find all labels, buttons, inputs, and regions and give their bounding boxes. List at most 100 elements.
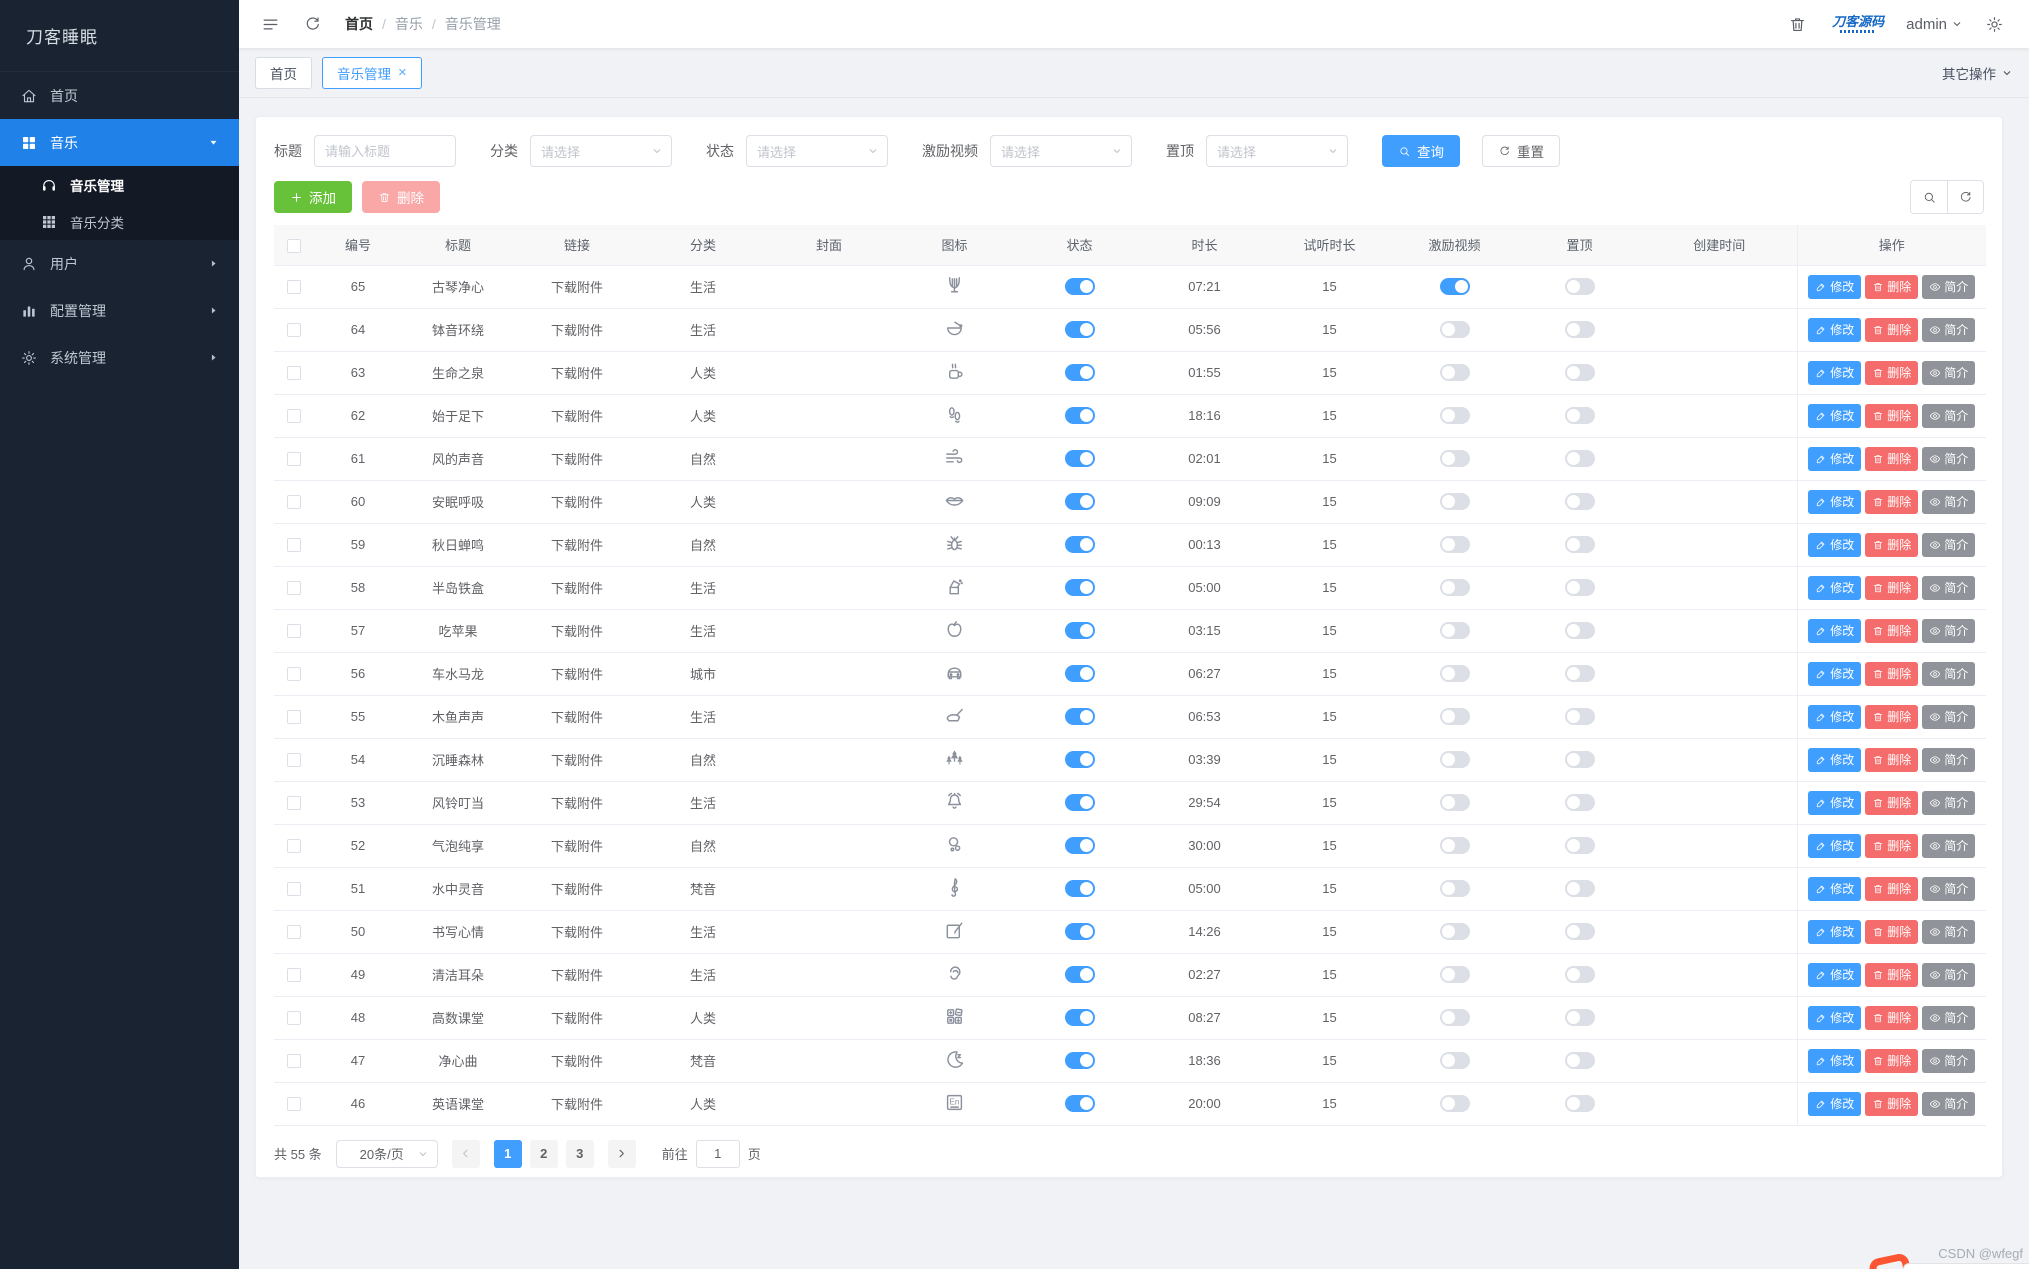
top-toggle[interactable] (1564, 837, 1595, 855)
attachment-link[interactable]: 下载附件 (551, 409, 603, 424)
row-delete-button[interactable]: 删除 (1865, 919, 1919, 944)
status-toggle[interactable] (1064, 794, 1095, 812)
goto-page-input[interactable] (695, 1139, 740, 1168)
status-toggle[interactable] (1064, 966, 1095, 984)
row-checkbox[interactable] (287, 409, 301, 424)
reward-video-toggle[interactable] (1439, 708, 1470, 726)
row-delete-button[interactable]: 删除 (1865, 790, 1919, 815)
row-delete-button[interactable]: 删除 (1865, 403, 1919, 428)
status-select[interactable]: 请选择 (746, 135, 888, 167)
edit-button[interactable]: 修改 (1808, 489, 1862, 514)
status-toggle[interactable] (1064, 923, 1095, 941)
status-toggle[interactable] (1064, 837, 1095, 855)
tab-home[interactable]: 首页 (255, 56, 312, 89)
reset-button[interactable]: 重置 (1482, 135, 1560, 167)
sidebar-item-music[interactable]: 音乐 (0, 119, 239, 166)
add-button[interactable]: 添加 (274, 181, 352, 213)
close-icon[interactable]: × (398, 65, 407, 80)
sidebar-item-config[interactable]: 配置管理 (0, 287, 239, 334)
reward-video-select[interactable]: 请选择 (990, 135, 1132, 167)
row-delete-button[interactable]: 删除 (1865, 1005, 1919, 1030)
next-page-button[interactable] (607, 1139, 636, 1168)
row-delete-button[interactable]: 删除 (1865, 876, 1919, 901)
edit-button[interactable]: 修改 (1808, 360, 1862, 385)
reward-video-toggle[interactable] (1439, 837, 1470, 855)
intro-button[interactable]: 简介 (1922, 360, 1976, 385)
top-toggle[interactable] (1564, 665, 1595, 683)
status-toggle[interactable] (1064, 1052, 1095, 1070)
reward-video-toggle[interactable] (1439, 1052, 1470, 1070)
attachment-link[interactable]: 下载附件 (551, 581, 603, 596)
row-delete-button[interactable]: 删除 (1865, 446, 1919, 471)
batch-delete-button[interactable]: 删除 (362, 181, 440, 213)
intro-button[interactable]: 简介 (1922, 833, 1976, 858)
top-toggle[interactable] (1564, 493, 1595, 511)
top-toggle[interactable] (1564, 1009, 1595, 1027)
top-toggle[interactable] (1564, 536, 1595, 554)
reward-video-toggle[interactable] (1439, 966, 1470, 984)
attachment-link[interactable]: 下载附件 (551, 968, 603, 983)
reward-video-toggle[interactable] (1439, 622, 1470, 640)
edit-button[interactable]: 修改 (1808, 618, 1862, 643)
table-search-toggle-button[interactable] (1911, 181, 1947, 213)
row-delete-button[interactable]: 删除 (1865, 618, 1919, 643)
reward-video-toggle[interactable] (1439, 665, 1470, 683)
row-delete-button[interactable]: 删除 (1865, 532, 1919, 557)
intro-button[interactable]: 简介 (1922, 489, 1976, 514)
status-toggle[interactable] (1064, 321, 1095, 339)
intro-button[interactable]: 简介 (1922, 575, 1976, 600)
status-toggle[interactable] (1064, 536, 1095, 554)
edit-button[interactable]: 修改 (1808, 962, 1862, 987)
intro-button[interactable]: 简介 (1922, 446, 1976, 471)
reward-video-toggle[interactable] (1439, 1009, 1470, 1027)
settings-button[interactable] (1985, 13, 2007, 35)
category-select[interactable]: 请选择 (530, 135, 672, 167)
attachment-link[interactable]: 下载附件 (551, 925, 603, 940)
row-delete-button[interactable]: 删除 (1865, 661, 1919, 686)
row-checkbox[interactable] (287, 323, 301, 338)
status-toggle[interactable] (1064, 880, 1095, 898)
status-toggle[interactable] (1064, 1095, 1095, 1113)
attachment-link[interactable]: 下载附件 (551, 624, 603, 639)
row-delete-button[interactable]: 删除 (1865, 833, 1919, 858)
edit-button[interactable]: 修改 (1808, 790, 1862, 815)
row-delete-button[interactable]: 删除 (1865, 575, 1919, 600)
attachment-link[interactable]: 下载附件 (551, 495, 603, 510)
prev-page-button[interactable] (451, 1139, 480, 1168)
row-checkbox[interactable] (287, 1054, 301, 1069)
attachment-link[interactable]: 下载附件 (551, 1097, 603, 1112)
status-toggle[interactable] (1064, 665, 1095, 683)
sidebar-subitem-music-category[interactable]: 音乐分类 (0, 203, 239, 240)
row-delete-button[interactable]: 删除 (1865, 962, 1919, 987)
attachment-link[interactable]: 下载附件 (551, 323, 603, 338)
row-checkbox[interactable] (287, 882, 301, 897)
reward-video-toggle[interactable] (1439, 407, 1470, 425)
attachment-link[interactable]: 下载附件 (551, 452, 603, 467)
row-delete-button[interactable]: 删除 (1865, 1091, 1919, 1116)
top-toggle[interactable] (1564, 1095, 1595, 1113)
intro-button[interactable]: 简介 (1922, 618, 1976, 643)
top-toggle[interactable] (1564, 622, 1595, 640)
reward-video-toggle[interactable] (1439, 751, 1470, 769)
status-toggle[interactable] (1064, 407, 1095, 425)
page-size-select[interactable]: 20条/页 (335, 1139, 438, 1168)
row-delete-button[interactable]: 删除 (1865, 274, 1919, 299)
reward-video-toggle[interactable] (1439, 1095, 1470, 1113)
intro-button[interactable]: 简介 (1922, 1048, 1976, 1073)
top-toggle[interactable] (1564, 450, 1595, 468)
sidebar-item-system[interactable]: 系统管理 (0, 334, 239, 381)
status-toggle[interactable] (1064, 493, 1095, 511)
intro-button[interactable]: 简介 (1922, 962, 1976, 987)
row-checkbox[interactable] (287, 968, 301, 983)
row-checkbox[interactable] (287, 538, 301, 553)
edit-button[interactable]: 修改 (1808, 575, 1862, 600)
top-toggle[interactable] (1564, 794, 1595, 812)
search-button[interactable]: 查询 (1382, 135, 1460, 167)
refresh-page-button[interactable] (303, 13, 325, 35)
sidebar-subitem-music-manage[interactable]: 音乐管理 (0, 166, 239, 203)
intro-button[interactable]: 简介 (1922, 704, 1976, 729)
row-checkbox[interactable] (287, 796, 301, 811)
row-checkbox[interactable] (287, 753, 301, 768)
edit-button[interactable]: 修改 (1808, 1091, 1862, 1116)
attachment-link[interactable]: 下载附件 (551, 796, 603, 811)
